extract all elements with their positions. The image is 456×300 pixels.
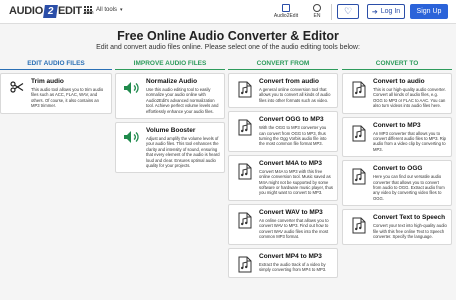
tool-card-wav-to-mp3[interactable]: Convert WAV to MP3 An online converter t… — [228, 203, 338, 245]
globe-icon — [313, 4, 321, 12]
file-audio-icon — [233, 116, 257, 147]
tool-title: Convert M4A to MP3 — [259, 159, 322, 167]
tool-description: An online converter that allows you to c… — [259, 217, 329, 240]
tool-card-ogg-to-mp3[interactable]: Convert OGG to MP3 With the OGG to MP3 c… — [228, 111, 338, 152]
tool-description: Here you can find our versatile audio co… — [373, 174, 445, 201]
tool-card-trim-audio[interactable]: Trim audio This audio tool allows you to… — [0, 73, 112, 114]
tool-title: Convert OGG to MP3 — [259, 116, 324, 124]
language-label: EN — [313, 13, 321, 19]
tool-card-m4a-to-mp3[interactable]: Convert M4A to MP3 Convert M4A to MP3 wi… — [228, 154, 338, 201]
logo-text-2: 2 — [43, 4, 58, 18]
file-audio-icon — [233, 160, 257, 196]
convert-from-column: CONVERT FROM Convert from audio A genera… — [228, 58, 338, 281]
tool-title: Convert MP4 to MP3 — [259, 252, 322, 260]
edit-audio-column: EDIT AUDIO FILES Trim audio This audio t… — [0, 58, 112, 117]
login-label: Log In — [380, 8, 401, 15]
page-subtitle: Edit and convert audio files online. Ple… — [96, 44, 360, 51]
column-heading-improve: IMPROVE AUDIO FILES — [115, 58, 225, 70]
all-tools-menu[interactable]: All tools ▾ — [84, 6, 123, 14]
scissors-icon — [5, 78, 29, 109]
tool-card-convert-to-mp3[interactable]: Convert to MP3 An MP3 converter that all… — [342, 116, 452, 158]
tool-description: Convert M4A to MP3 with this free online… — [259, 168, 334, 196]
logo-text-edit: EDIT — [57, 5, 82, 17]
favorites-button[interactable]: ♡ — [337, 4, 359, 19]
tool-description: Extract the audio track of a video by si… — [259, 261, 327, 272]
tool-card-convert-to-audio[interactable]: Convert to audio This is our high-qualit… — [342, 73, 452, 114]
tool-description: An MP3 converter that allows you to conv… — [373, 130, 447, 152]
all-tools-label: All tools — [96, 7, 118, 13]
tool-description: Use this audio editing tool to easily no… — [146, 87, 219, 114]
column-heading-edit: EDIT AUDIO FILES — [0, 58, 112, 70]
tool-title: Volume Booster — [146, 127, 196, 135]
tool-card-volume-booster[interactable]: Volume Booster Adjust and amplify the vo… — [115, 122, 225, 174]
tool-description: This audio tool allows you to trim audio… — [31, 87, 104, 109]
file-audio-icon — [233, 78, 257, 103]
heart-icon: ♡ — [343, 6, 353, 16]
tool-title: Convert to MP3 — [373, 121, 421, 129]
tool-description: Adjust and amplify the volume levels of … — [146, 136, 220, 169]
tool-title: Convert from audio — [259, 78, 319, 85]
tool-title: Normalize Audio — [146, 78, 198, 85]
language-selector[interactable]: EN — [310, 3, 324, 19]
app-icon — [282, 4, 290, 12]
speaker-icon — [120, 78, 144, 114]
improve-audio-column: IMPROVE AUDIO FILES Normalize Audio Use … — [115, 58, 225, 176]
file-audio-icon — [347, 165, 371, 201]
tool-description: With the OGG to MP3 converter you can co… — [259, 125, 327, 147]
header-divider — [331, 4, 332, 20]
audio2edit-badge[interactable]: Audio2Edit — [271, 3, 301, 21]
tool-title: Convert to OGG — [373, 165, 423, 173]
signup-button[interactable]: Sign Up — [410, 4, 448, 19]
convert-to-column: CONVERT TO Convert to audio This is our … — [342, 58, 452, 248]
tool-card-convert-to-ogg[interactable]: Convert to OGG Here you can find our ver… — [342, 160, 452, 207]
logo-text-audio: AUDIO — [9, 5, 43, 17]
file-audio-icon — [347, 78, 371, 109]
tool-description: This is our high-quality audio converter… — [373, 87, 446, 109]
tool-card-mp4-to-mp3[interactable]: Convert MP4 to MP3 Extract the audio tra… — [228, 247, 338, 278]
grid-icon — [84, 6, 92, 14]
top-header: AUDIO2EDIT.com All tools ▾ Audio2Edit EN… — [0, 0, 456, 24]
tool-card-normalize-audio[interactable]: Normalize Audio Use this audio editing t… — [115, 73, 225, 120]
tool-title: Convert WAV to MP3 — [259, 208, 323, 216]
column-heading-convert-to: CONVERT TO — [342, 58, 452, 70]
site-logo[interactable]: AUDIO2EDIT.com — [9, 4, 94, 18]
file-audio-icon — [347, 214, 371, 239]
tool-card-text-to-speech[interactable]: Convert Text to Speech Convert your text… — [342, 209, 452, 245]
speaker-icon — [120, 127, 144, 168]
login-icon: ➔ — [371, 8, 378, 16]
tool-description: A general online conversion tool that al… — [259, 87, 331, 103]
tool-title: Trim audio — [31, 78, 64, 85]
chevron-down-icon: ▾ — [120, 7, 123, 13]
tool-title: Convert Text to Speech — [373, 214, 446, 222]
login-button[interactable]: ➔ Log In — [367, 4, 405, 19]
page-title: Free Online Audio Converter & Editor — [117, 29, 339, 43]
tool-description: Convert your text into high-quality audi… — [373, 223, 447, 240]
column-heading-convert-from: CONVERT FROM — [228, 58, 338, 70]
audio2edit-label: Audio2Edit — [273, 13, 299, 19]
file-audio-icon — [233, 253, 257, 273]
file-audio-icon — [347, 122, 371, 153]
file-audio-icon — [233, 209, 257, 240]
tool-card-convert-from-audio[interactable]: Convert from audio A general online conv… — [228, 73, 338, 109]
tool-title: Convert to audio — [373, 78, 425, 85]
